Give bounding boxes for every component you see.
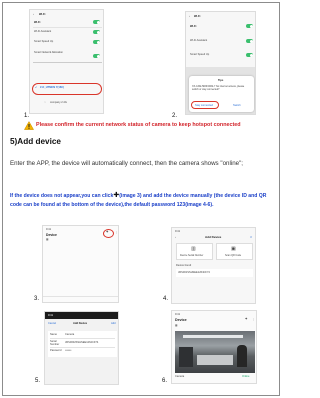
divider	[50, 338, 115, 339]
camera-network-name[interactable]: Z-K_HTMCN Y(16C)	[40, 86, 64, 89]
other-network-name[interactable]: company 2.4G	[50, 101, 67, 104]
status-bar	[45, 312, 118, 319]
serial-field[interactable]: JRS0002SSHSEE1264CF74	[65, 341, 98, 344]
highlight-circle	[191, 101, 219, 109]
image-number-5: 5.	[35, 378, 41, 384]
section-heading: 5)Add device	[10, 137, 61, 146]
camera-preview[interactable]	[175, 331, 255, 373]
add-button[interactable]: Add	[111, 322, 116, 325]
back-arrow-icon: ‹	[33, 13, 34, 16]
screenshot-2: ‹ Wi-Fi Wi-Fi Wi-Fi Assistant Smart Spee…	[185, 11, 256, 115]
image-number-2: 2.	[172, 113, 178, 119]
speed-toggle[interactable]	[93, 40, 100, 44]
page-title: Add Device	[205, 235, 222, 239]
password-field[interactable]: •••••••	[65, 349, 71, 352]
network-allocation-label: Smart Network Allocation	[34, 51, 63, 54]
online-status: Online	[242, 375, 250, 378]
body-text: Enter the APP, the device will automatic…	[10, 160, 243, 167]
preview-shelf	[179, 347, 193, 367]
screenshot-1: ‹ Wi-Fi Wi-Fi Wi-Fi Assistant Smart Spee…	[29, 9, 104, 114]
serial-label: Serial Number	[50, 340, 60, 347]
highlight-circle	[103, 229, 114, 238]
tab-bar-divider	[43, 296, 118, 297]
name-label: Name	[50, 333, 57, 336]
network-check-icon: ✔	[35, 86, 38, 89]
warning-icon	[24, 121, 34, 130]
serial-option-label: Device Serial Number	[180, 254, 204, 257]
screenshot-4: 9:41 ‹ Add Device ⟳ ▥ Device Serial Numb…	[171, 227, 256, 304]
status-time: 9:41	[175, 230, 181, 233]
found-device-row[interactable]: JRS001SSHSEE1264CF74	[176, 269, 253, 277]
option-card-serial[interactable]: ▥ Device Serial Number	[176, 243, 213, 260]
screenshot-5: 9:41 Cancel Add Device Add Name Camera S…	[44, 311, 119, 385]
name-field[interactable]: Camera	[65, 333, 74, 336]
cancel-button[interactable]: Cancel	[48, 322, 56, 325]
form-card: Name Camera Serial Number JRS0002SSHSEE1…	[48, 331, 117, 357]
manual-add-note: If the device does not appear,you can cl…	[10, 192, 272, 209]
speed-toggle[interactable]	[246, 53, 253, 57]
more-icon[interactable]: ⋮	[115, 231, 118, 234]
device-found-heading: Device found	[176, 264, 192, 267]
image-number-4: 4.	[163, 296, 169, 302]
camera-name: Camera	[175, 375, 185, 378]
dialog-message: XX-CAM-5D9F0062-7 No internet access, pl…	[192, 85, 245, 91]
refresh-icon[interactable]: ⟳	[250, 236, 252, 239]
assistant-toggle[interactable]	[246, 39, 253, 43]
divider	[50, 347, 115, 348]
divider	[33, 27, 102, 28]
wifi-label: Wi-Fi	[34, 21, 41, 24]
back-arrow-icon[interactable]: ‹	[175, 236, 176, 239]
divider	[33, 62, 102, 63]
wifi-toggle[interactable]	[246, 24, 253, 28]
image-number-1: 1.	[24, 113, 30, 119]
preview-ceiling-light	[183, 335, 243, 338]
wifi-label: Wi-Fi	[190, 25, 197, 28]
more-icon[interactable]: ⋮	[252, 318, 255, 321]
assistant-toggle[interactable]	[93, 30, 100, 34]
add-device-plus-button[interactable]: +	[106, 229, 108, 235]
found-device-id: JRS001SSHSEE1264CF74	[178, 271, 210, 274]
preview-desk	[197, 355, 233, 365]
wifi-assistant-label: Wi-Fi Assistant	[190, 39, 208, 42]
smart-speed-label: Smart Speed Up	[190, 53, 210, 56]
screen-title: Wi-Fi	[39, 13, 46, 16]
warning-line: Please confirm the current network statu…	[24, 121, 274, 131]
wifi-toggle[interactable]	[93, 20, 100, 24]
image-number-6: 6.	[162, 378, 168, 384]
add-device-plus-button[interactable]: +	[245, 316, 247, 322]
status-time: 9:41	[175, 313, 181, 316]
barcode-icon: ▥	[191, 246, 196, 252]
wifi-signal-icon: ◔	[44, 101, 46, 104]
grid-icon: ▦	[46, 238, 49, 241]
screenshot-3: 9:41 Device ▦ + ⋮	[42, 225, 119, 303]
page-title: Device	[46, 233, 57, 237]
password-label: Password	[50, 349, 62, 352]
back-arrow-icon: ‹	[189, 15, 190, 18]
status-time: 9:41	[48, 313, 54, 317]
dialog-title: Tips	[218, 79, 224, 82]
screenshot-6: 9:41 Device ▦ + ⋮ Camera Online	[171, 310, 257, 384]
grid-icon: ▦	[175, 324, 178, 327]
status-time: 9:41	[46, 228, 52, 231]
wifi-assistant-label: Wi-Fi Assistant	[34, 30, 52, 33]
note-text-start: If the device does not appear,you can cl…	[10, 193, 114, 199]
preview-person	[237, 345, 247, 367]
image-number-3: 3.	[34, 296, 40, 302]
warning-text: Please confirm the current network statu…	[36, 122, 241, 128]
switch-button[interactable]: Switch	[233, 104, 241, 107]
qr-option-label: Scan QR Code	[225, 254, 242, 257]
allocation-toggle[interactable]	[93, 54, 100, 58]
qr-code-icon: ▣	[231, 246, 236, 252]
screen-title: Wi-Fi	[194, 15, 201, 18]
tips-dialog: Tips XX-CAM-5D9F0062-7 No internet acces…	[189, 76, 254, 112]
option-card-qr[interactable]: ▣ Scan QR Code	[216, 243, 253, 260]
smart-speed-label: Smart Speed Up	[34, 40, 54, 43]
page-title: Device	[175, 318, 187, 322]
page-title: Add Device	[73, 322, 88, 325]
